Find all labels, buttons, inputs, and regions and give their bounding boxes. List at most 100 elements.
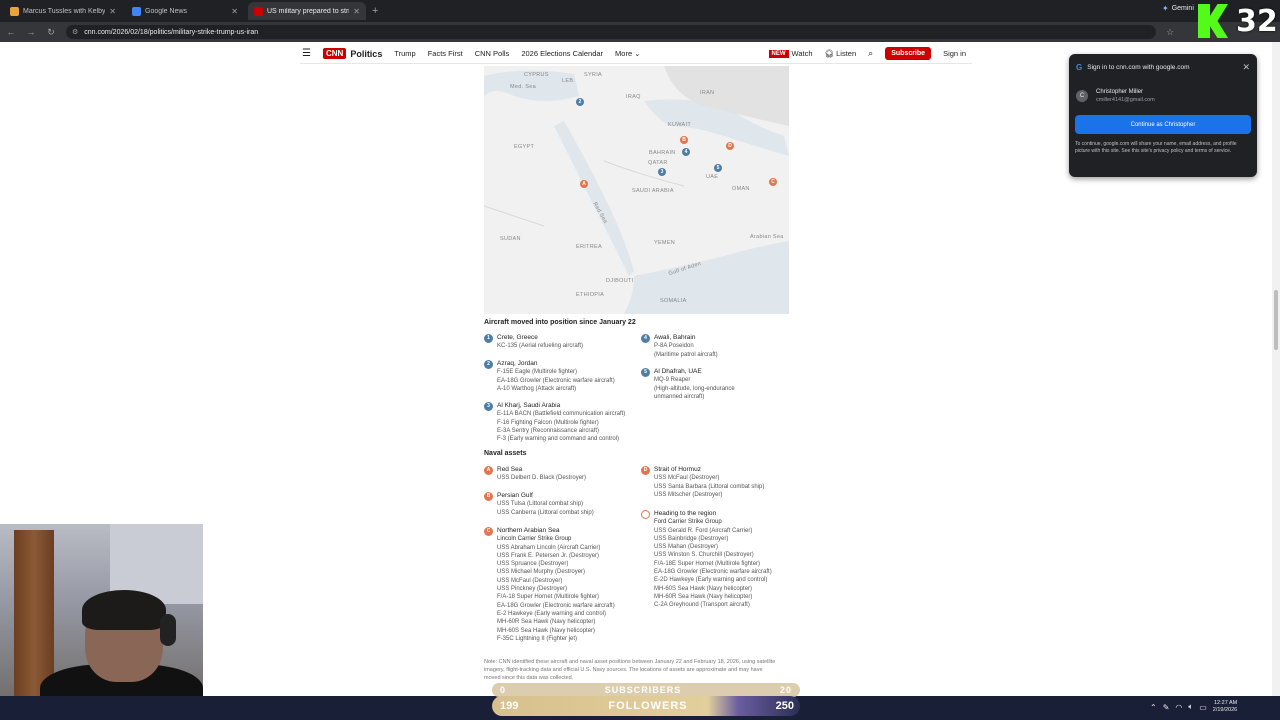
continue-button[interactable]: Continue as Christopher bbox=[1075, 115, 1251, 134]
chevron-down-icon: ⌄ bbox=[634, 49, 641, 58]
region-map: CYPRUS LEB. SYRIA Med. Sea IRAQ IRAN EGY… bbox=[484, 66, 789, 314]
reload-icon[interactable]: ↻ bbox=[46, 27, 56, 38]
naval-entry: C Northern Arabian Sea Lincoln Carrier S… bbox=[484, 527, 637, 643]
bookmark-star-icon[interactable]: ☆ bbox=[1166, 27, 1174, 38]
page-scrollbar[interactable] bbox=[1272, 42, 1280, 696]
scrollbar-thumb[interactable] bbox=[1274, 290, 1278, 350]
section-name[interactable]: Politics bbox=[350, 49, 382, 59]
map-label: SAUDI ARABIA bbox=[632, 188, 674, 194]
map-label: CYPRUS bbox=[524, 72, 549, 78]
entry-line: EA-18G Growler (Electronic warfare aircr… bbox=[497, 377, 615, 384]
entry-line: E-2D Hawkeye (Early warning and control) bbox=[654, 577, 768, 584]
tab-title: Google News bbox=[145, 7, 188, 15]
entry-line: USS Winston S. Churchill (Destroyer) bbox=[654, 552, 754, 559]
entry-line: F-15E Eagle (Multirole fighter) bbox=[497, 369, 578, 376]
close-icon[interactable]: ✕ bbox=[353, 7, 360, 16]
map-pin-aircraft[interactable]: 2 bbox=[576, 98, 584, 106]
wifi-icon[interactable]: ◠ bbox=[1175, 703, 1182, 712]
sign-in-link[interactable]: Sign in bbox=[943, 49, 966, 58]
subscribe-button[interactable]: Subscribe bbox=[885, 47, 932, 60]
map-label: SUDAN bbox=[500, 236, 521, 242]
google-signin-popup: G Sign in to cnn.com with google.com ✕ C… bbox=[1069, 54, 1257, 177]
entry-line: unmanned aircraft) bbox=[654, 393, 705, 400]
entry-line: USS Gerald R. Ford (Aircraft Carrier) bbox=[654, 527, 753, 534]
subscribers-goal-bar: 0 SUBSCRIBERS 20 bbox=[492, 683, 800, 697]
system-clock[interactable]: 12:27 AM 2/19/2026 bbox=[1213, 700, 1237, 714]
entry-place: Azraq, Jordan bbox=[497, 360, 538, 367]
url-bar[interactable]: ⚙ cnn.com/2026/02/18/politics/military-s… bbox=[66, 25, 1156, 39]
signin-account[interactable]: C Christopher Miller cmiller4141@gmail.c… bbox=[1076, 88, 1155, 103]
search-icon[interactable]: ⌕ bbox=[868, 48, 873, 59]
map-label: IRAN bbox=[700, 90, 715, 96]
chevron-up-icon[interactable]: ⌃ bbox=[1150, 703, 1157, 712]
entry-line: MQ-9 Reaper bbox=[654, 377, 691, 384]
entry-line: USS Tulsa (Littoral combat ship) bbox=[497, 501, 584, 508]
entry-line: E-11A BACN (Battlefield communication ai… bbox=[497, 411, 626, 418]
url-text: cnn.com/2026/02/18/politics/military-str… bbox=[84, 28, 259, 36]
pen-icon[interactable]: ✎ bbox=[1163, 703, 1170, 712]
entry-place: Crete, Greece bbox=[497, 334, 538, 341]
map-pin-aircraft[interactable]: 5 bbox=[714, 164, 722, 172]
close-icon[interactable]: ✕ bbox=[109, 7, 116, 16]
entry-line: (Maritime patrol aircraft) bbox=[654, 351, 718, 358]
nav-link[interactable]: Trump bbox=[394, 49, 415, 58]
map-pin-naval[interactable]: C bbox=[769, 178, 777, 186]
listen-link[interactable]: 🎧︎ Listen bbox=[825, 49, 857, 58]
map-label: OMAN bbox=[732, 186, 750, 192]
entry-line: USS Canberra (Littoral combat ship) bbox=[497, 509, 594, 516]
followers-label: FOLLOWERS bbox=[608, 700, 688, 712]
map-pin-naval[interactable]: B bbox=[680, 136, 688, 144]
cnn-logo[interactable]: CNN bbox=[322, 48, 347, 59]
map-label: KUWAIT bbox=[668, 122, 691, 128]
entry-line: USS Mitscher (Destroyer) bbox=[654, 491, 723, 498]
volume-icon[interactable]: 🔈︎ bbox=[1188, 702, 1193, 712]
tab-favicon bbox=[254, 6, 263, 16]
gemini-button[interactable]: ✦ Gemini bbox=[1162, 4, 1194, 13]
screen: Marcus Tussles with Kelby H ✕ Google New… bbox=[0, 0, 1280, 720]
tab-2[interactable]: US military prepared to strike Ir ✕ bbox=[248, 2, 366, 20]
webcam-person-hair bbox=[82, 590, 166, 630]
entry-place: Al Kharj, Saudi Arabia bbox=[497, 402, 561, 409]
entry-place: Awali, Bahrain bbox=[654, 334, 696, 341]
entry-line: USS Santa Barbara (Littoral combat ship) bbox=[654, 483, 765, 490]
map-pin-naval[interactable]: D bbox=[726, 142, 734, 150]
naval-entry: A Red Sea USS Delbert D. Black (Destroye… bbox=[484, 466, 637, 483]
map-pin-aircraft[interactable]: 3 bbox=[658, 168, 666, 176]
menu-icon[interactable]: ☰ bbox=[302, 48, 311, 59]
letter-badge: D bbox=[641, 466, 650, 475]
tab-title: Marcus Tussles with Kelby H bbox=[23, 7, 106, 15]
naval-entry: B Persian Gulf USS Tulsa (Littoral comba… bbox=[484, 492, 637, 517]
map-label: LEB. bbox=[562, 78, 576, 84]
entry-line: MH-60S Sea Hawk (Navy helicopter) bbox=[654, 585, 753, 592]
map-pin-aircraft[interactable]: 4 bbox=[682, 148, 690, 156]
entry-line: E-3A Sentry (Reconnaissance aircraft) bbox=[497, 427, 600, 434]
naval-entry: Heading to the region Ford Carrier Strik… bbox=[641, 510, 784, 610]
close-icon[interactable]: ✕ bbox=[231, 7, 238, 16]
nav-link[interactable]: Facts First bbox=[428, 49, 463, 58]
forward-arrow-icon[interactable]: → bbox=[26, 27, 36, 37]
tab-0[interactable]: Marcus Tussles with Kelby H ✕ bbox=[4, 2, 122, 20]
sparkle-icon: ✦ bbox=[1162, 4, 1169, 13]
map-pin-naval[interactable]: A bbox=[580, 180, 588, 188]
followers-current: 199 bbox=[500, 700, 519, 712]
map-label: QATAR bbox=[648, 160, 668, 166]
battery-icon[interactable]: ▭ bbox=[1199, 703, 1207, 712]
site-info-icon[interactable]: ⚙ bbox=[72, 28, 78, 36]
entry-place: Al Dhafrah, UAE bbox=[654, 368, 702, 375]
watch-link[interactable]: Watch bbox=[792, 49, 813, 58]
nav-link[interactable]: CNN Polls bbox=[475, 49, 510, 58]
tab-1[interactable]: Google News ✕ bbox=[126, 2, 244, 20]
back-arrow-icon[interactable]: ← bbox=[6, 27, 16, 37]
number-badge: 1 bbox=[484, 334, 493, 343]
tab-title: US military prepared to strike Ir bbox=[267, 7, 349, 15]
nav-link[interactable]: 2026 Elections Calendar bbox=[521, 49, 603, 58]
entry-place: Persian Gulf bbox=[497, 492, 533, 499]
entry-place: Strait of Hormuz bbox=[654, 466, 701, 473]
new-tab-button[interactable]: + bbox=[372, 5, 378, 17]
letter-badge: A bbox=[484, 466, 493, 475]
entry-line: USS Bainbridge (Destroyer) bbox=[654, 535, 729, 542]
aircraft-entry: 5 Al Dhafrah, UAE MQ-9 Reaper (High-alti… bbox=[641, 368, 779, 401]
map-label: Med. Sea bbox=[510, 84, 536, 90]
nav-more[interactable]: More ⌄ bbox=[615, 49, 640, 58]
close-icon[interactable]: ✕ bbox=[1242, 62, 1250, 73]
